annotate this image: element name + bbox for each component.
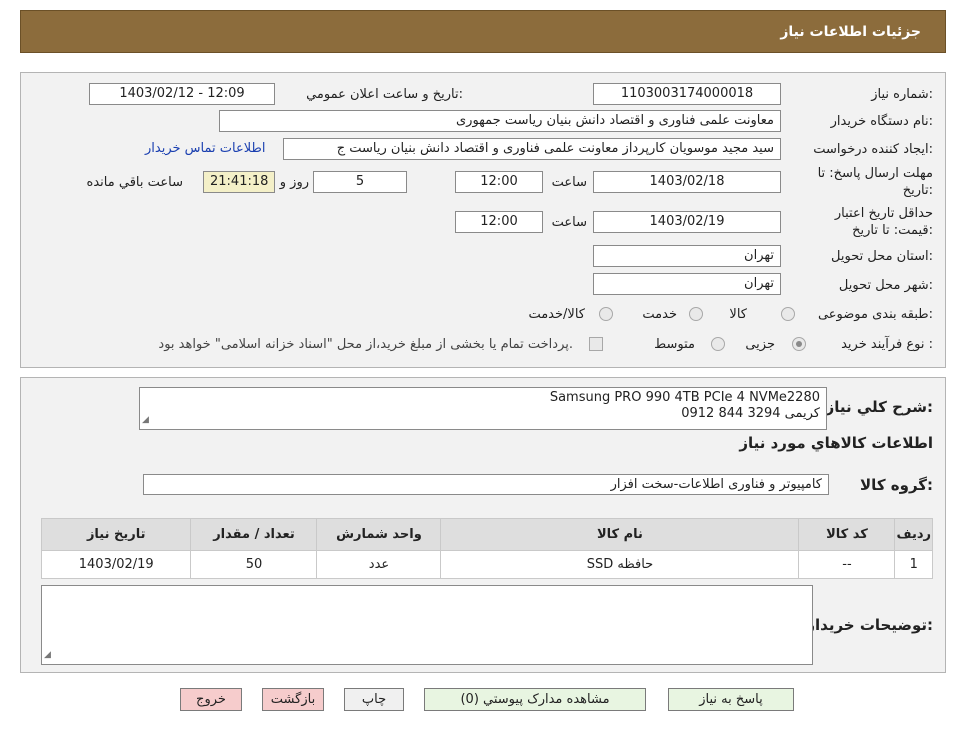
buyer-contact-link[interactable]: اطلاعات تماس خریدار bbox=[145, 141, 265, 156]
resize-grip-icon[interactable]: ◢ bbox=[142, 412, 149, 428]
back-button[interactable]: بازگشت bbox=[262, 688, 324, 711]
cell-unit: عدد bbox=[316, 550, 442, 579]
announce-label: تاریخ و ساعت اعلان عمومي: bbox=[306, 87, 463, 102]
remaining-time-field: 21:41:18 bbox=[203, 171, 275, 193]
validity-label-line2: قیمت: تا تاریخ: bbox=[852, 223, 933, 238]
cell-quantity: 50 bbox=[190, 550, 318, 579]
process-radio-medium[interactable] bbox=[711, 337, 725, 351]
col-header-code: کد کالا bbox=[798, 518, 896, 551]
reply-button[interactable]: پاسخ به نیاز bbox=[668, 688, 794, 711]
need-info-panel: شماره نیاز: 1103003174000018 تاریخ و ساع… bbox=[20, 72, 946, 368]
goods-table-header: ردیف کد کالا نام کالا واحد شمارش تعداد /… bbox=[40, 518, 933, 551]
process-option-minor: جزیی bbox=[745, 337, 775, 352]
city-field: تهران bbox=[593, 273, 781, 295]
category-option-service: خدمت bbox=[642, 307, 677, 322]
need-number-field: 1103003174000018 bbox=[593, 83, 781, 105]
goods-group-field: کامپیوتر و فناوری اطلاعات-سخت افزار bbox=[143, 474, 829, 495]
cell-row: 1 bbox=[894, 550, 933, 579]
page-title: جزئیات اطلاعات نیاز bbox=[780, 23, 921, 40]
col-header-unit: واحد شمارش bbox=[316, 518, 442, 551]
creator-field: سید مجید موسویان کارپرداز معاونت علمی فن… bbox=[283, 138, 781, 160]
goods-group-label: گروه کالا: bbox=[860, 476, 933, 494]
category-option-goods-service: کالا/خدمت bbox=[528, 307, 585, 322]
view-attachments-button[interactable]: مشاهده مدارک پیوستي (0) bbox=[424, 688, 646, 711]
treasury-payment-note: پرداخت تمام یا بخشی از مبلغ خرید،از محل … bbox=[158, 337, 573, 352]
summary-label: شرح کلي نياز: bbox=[825, 398, 933, 416]
col-header-name: نام کالا bbox=[440, 518, 800, 551]
days-field: 5 bbox=[313, 171, 407, 193]
deadline-time-label: ساعت bbox=[551, 175, 587, 190]
buyer-notes-label: توضیحات خریدار: bbox=[806, 616, 933, 634]
summary-textarea[interactable]: Samsung PRO 990 4TB PCIe 4 NVMe2280 کریم… bbox=[139, 387, 827, 430]
creator-label: ایجاد کننده درخواست: bbox=[813, 142, 933, 157]
buyer-org-label: نام دستگاه خریدار: bbox=[830, 114, 933, 129]
validity-time-field: 12:00 bbox=[455, 211, 543, 233]
category-label: طبقه بندی موضوعی: bbox=[817, 307, 933, 322]
process-radio-minor[interactable] bbox=[792, 337, 806, 351]
validity-date-field: 1403/02/19 bbox=[593, 211, 781, 233]
deadline-label-line2: تاریخ: bbox=[902, 183, 933, 198]
goods-info-title: اطلاعات کالاهاي مورد نياز bbox=[739, 434, 933, 452]
buyer-org-field: معاونت علمی فناوری و اقتصاد دانش بنیان ر… bbox=[219, 110, 781, 132]
deadline-label-line1: مهلت ارسال پاسخ: تا bbox=[817, 166, 933, 181]
resize-grip-icon[interactable]: ◢ bbox=[44, 647, 51, 663]
deadline-date-field: 1403/02/18 bbox=[593, 171, 781, 193]
city-label: شهر محل تحویل: bbox=[838, 278, 933, 293]
need-number-label: شماره نیاز: bbox=[871, 87, 933, 102]
category-radio-goods[interactable] bbox=[781, 307, 795, 321]
summary-line-2: کریمی 3294 844 0912 bbox=[681, 406, 820, 421]
needs-panel: شرح کلي نياز: Samsung PRO 990 4TB PCIe 4… bbox=[20, 377, 946, 673]
col-header-quantity: تعداد / مقدار bbox=[190, 518, 318, 551]
buyer-notes-textarea[interactable]: ◢ bbox=[41, 585, 813, 665]
cell-name: حافظه SSD bbox=[440, 550, 800, 579]
cell-code: -- bbox=[798, 550, 896, 579]
category-option-goods: کالا bbox=[729, 307, 747, 322]
days-label: روز و bbox=[279, 175, 309, 190]
process-option-medium: متوسط bbox=[654, 337, 695, 352]
announce-datetime-field: 1403/02/12 - 12:09 bbox=[89, 83, 275, 105]
exit-button[interactable]: خروج bbox=[180, 688, 242, 711]
treasury-payment-checkbox[interactable] bbox=[589, 337, 603, 351]
cell-date: 1403/02/19 bbox=[40, 550, 192, 579]
goods-table: ردیف کد کالا نام کالا واحد شمارش تعداد /… bbox=[40, 518, 933, 579]
category-radio-service[interactable] bbox=[689, 307, 703, 321]
validity-label-line1: حداقل تاریخ اعتبار bbox=[834, 206, 933, 221]
category-radio-goods-service[interactable] bbox=[599, 307, 613, 321]
col-header-row: ردیف bbox=[894, 518, 933, 551]
deadline-time-field: 12:00 bbox=[455, 171, 543, 193]
page-header: جزئیات اطلاعات نیاز bbox=[20, 10, 946, 53]
remaining-label: ساعت باقي مانده bbox=[86, 175, 183, 190]
summary-line-1: Samsung PRO 990 4TB PCIe 4 NVMe2280 bbox=[549, 390, 820, 405]
print-button[interactable]: چاپ bbox=[344, 688, 404, 711]
process-label: نوع فرآیند خرید : bbox=[841, 337, 933, 352]
province-label: استان محل تحویل: bbox=[831, 249, 933, 264]
province-field: تهران bbox=[593, 245, 781, 267]
table-row: 1 -- حافظه SSD عدد 50 1403/02/19 bbox=[40, 550, 933, 579]
validity-time-label: ساعت bbox=[551, 215, 587, 230]
col-header-date: تاریخ نیاز bbox=[40, 518, 192, 551]
